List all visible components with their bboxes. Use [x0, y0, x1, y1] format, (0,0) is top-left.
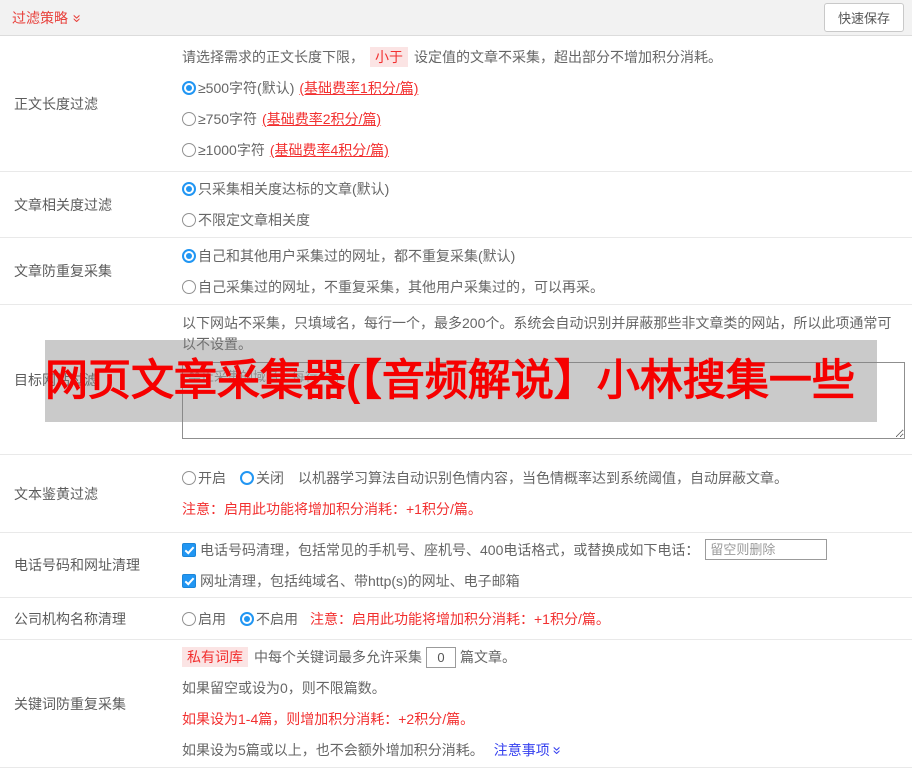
row-label: 文章相关度过滤	[14, 196, 112, 213]
radio-porn-on[interactable]	[182, 471, 196, 485]
option-fee-note: (基础费率2积分/篇)	[262, 111, 382, 127]
length-option-750: ≥750字符 (基础费率2积分/篇)	[182, 104, 904, 135]
row-body-length-filter: 正文长度过滤 请选择需求的正文长度下限， 小于 设定值的文章不采集，超出部分不增…	[0, 36, 912, 172]
option-label: 自己采集过的网址，不重复采集，其他用户采集过的，可以再采。	[198, 278, 604, 295]
radio-relevance-any[interactable]	[182, 213, 196, 227]
limit-text: 中每个关键词最多允许采集	[254, 649, 422, 665]
replacement-phone-input[interactable]	[705, 539, 828, 560]
option-fee-note: (基础费率4积分/篇)	[269, 142, 389, 158]
relevance-option-any: 不限定文章相关度	[182, 205, 904, 236]
less-than-badge: 小于	[370, 47, 408, 67]
double-chevron-down-icon: «	[547, 746, 565, 755]
keyword-note-zero: 如果留空或设为0，则不限篇数。	[182, 680, 386, 696]
section-title: 过滤策略	[12, 9, 68, 26]
topbar: 过滤策略 « 快速保存	[0, 0, 912, 36]
row-label: 文章防重复采集	[14, 263, 112, 279]
checkbox-label: 网址清理，包括纯域名、带http(s)的网址、电子邮箱	[200, 572, 520, 589]
option-label: 开启	[198, 470, 226, 486]
row-label: 公司机构名称清理	[14, 610, 126, 627]
row-label: 文本鉴黄过滤	[14, 485, 98, 502]
intro-suffix: 设定值的文章不采集，超出部分不增加积分消耗。	[414, 49, 722, 65]
option-label: ≥750字符	[198, 111, 258, 127]
notes-link[interactable]: 注意事项 «	[493, 740, 565, 760]
row-porn-filter: 文本鉴黄过滤 开启 关闭 以机器学习算法自动识别色情内容，当色情概率达到系统阈值…	[0, 455, 912, 533]
option-label: 不启用	[256, 610, 298, 627]
porn-filter-description: 以机器学习算法自动识别色情内容，当色情概率达到系统阈值，自动屏蔽文章。	[298, 470, 788, 486]
keyword-limit-line: 私有词库 中每个关键词最多允许采集 篇文章。	[182, 642, 904, 673]
blocked-domains-textarea[interactable]	[182, 362, 905, 439]
row-keyword-dedupe: 关键词防重复采集 私有词库 中每个关键词最多允许采集 篇文章。 如果留空或设为0…	[0, 640, 912, 768]
section-header-filter-strategy[interactable]: 过滤策略 «	[12, 8, 85, 28]
limit-text-end: 篇文章。	[460, 649, 516, 665]
dedupe-option-global: 自己和其他用户采集过的网址，都不重复采集(默认)	[182, 240, 904, 271]
length-option-500: ≥500字符(默认) (基础费率1积分/篇)	[182, 73, 904, 104]
option-label: 不限定文章相关度	[198, 212, 310, 228]
radio-dedupe-self[interactable]	[182, 279, 196, 294]
notes-link-label: 注意事项	[493, 742, 550, 758]
company-clean-note: 注意：启用此功能将增加积分消耗：+1积分/篇。	[310, 610, 610, 627]
row-company-name-cleanup: 公司机构名称清理 启用 不启用 注意：启用此功能将增加积分消耗：+1积分/篇。	[0, 598, 912, 640]
intro-prefix: 请选择需求的正文长度下限，	[182, 49, 364, 65]
row-label: 关键词防重复采集	[14, 695, 126, 712]
option-label: 只采集相关度达标的文章(默认)	[198, 181, 390, 197]
radio-750-chars[interactable]	[182, 112, 196, 126]
option-label: 关闭	[256, 470, 284, 486]
quick-save-button[interactable]: 快速保存	[823, 3, 904, 32]
option-label: 启用	[198, 610, 226, 627]
phone-clean-line: 电话号码清理，包括常见的手机号、座机号、400电话格式，或替换成如下电话：	[182, 534, 904, 565]
option-label: ≥500字符(默认)	[198, 80, 295, 96]
radio-500-chars[interactable]	[182, 81, 196, 95]
checkbox-phone-clean[interactable]	[182, 542, 196, 557]
row-relevance-filter: 文章相关度过滤 只采集相关度达标的文章(默认) 不限定文章相关度	[0, 172, 912, 238]
radio-company-enable[interactable]	[182, 611, 196, 626]
row-label: 正文长度过滤	[14, 95, 98, 112]
radio-porn-off[interactable]	[240, 471, 254, 485]
row-phone-url-cleanup: 电话号码和网址清理 电话号码清理，包括常见的手机号、座机号、400电话格式，或替…	[0, 533, 912, 598]
option-label: 自己和其他用户采集过的网址，都不重复采集(默认)	[198, 247, 516, 264]
url-clean-line: 网址清理，包括纯域名、带http(s)的网址、电子邮箱	[182, 565, 904, 596]
row-label: 目标网站过滤	[14, 371, 98, 388]
radio-company-disable[interactable]	[240, 611, 254, 626]
checkbox-url-clean[interactable]	[182, 573, 196, 588]
relevance-option-strict: 只采集相关度达标的文章(默认)	[182, 174, 904, 205]
option-fee-note: (基础费率1积分/篇)	[299, 80, 419, 96]
note-text: 如果设为5篇或以上，也不会额外增加积分消耗。	[182, 742, 484, 758]
radio-1000-chars[interactable]	[182, 143, 196, 157]
dedupe-option-self: 自己采集过的网址，不重复采集，其他用户采集过的，可以再采。	[182, 271, 904, 302]
private-thesaurus-badge: 私有词库	[182, 647, 248, 667]
keyword-note-5plus: 如果设为5篇或以上，也不会额外增加积分消耗。 注意事项 «	[182, 735, 904, 766]
target-site-description: 以下网站不采集，只填域名，每行一个，最多200个。系统会自动识别并屏蔽那些非文章…	[182, 315, 892, 352]
keyword-count-input[interactable]	[426, 646, 456, 668]
radio-relevance-strict[interactable]	[182, 182, 196, 196]
row-target-site-filter: 目标网站过滤 以下网站不采集，只填域名，每行一个，最多200个。系统会自动识别并…	[0, 305, 912, 455]
length-option-1000: ≥1000字符 (基础费率4积分/篇)	[182, 135, 904, 166]
checkbox-label: 电话号码清理，包括常见的手机号、座机号、400电话格式，或替换成如下电话：	[200, 541, 700, 558]
double-chevron-down-icon: «	[67, 13, 85, 23]
company-clean-options: 启用 不启用 注意：启用此功能将增加积分消耗：+1积分/篇。	[182, 603, 904, 634]
row-label: 电话号码和网址清理	[14, 557, 140, 573]
radio-dedupe-global[interactable]	[182, 248, 196, 263]
porn-filter-options: 开启 关闭 以机器学习算法自动识别色情内容，当色情概率达到系统阈值，自动屏蔽文章…	[182, 463, 904, 494]
row-dedupe-collection: 文章防重复采集 自己和其他用户采集过的网址，都不重复采集(默认) 自己采集过的网…	[0, 238, 912, 305]
porn-filter-note: 注意：启用此功能将增加积分消耗：+1积分/篇。	[182, 501, 482, 517]
keyword-note-1-4: 如果设为1-4篇，则增加积分消耗：+2积分/篇。	[182, 711, 475, 727]
body-length-intro: 请选择需求的正文长度下限， 小于 设定值的文章不采集，超出部分不增加积分消耗。	[182, 42, 904, 73]
option-label: ≥1000字符	[198, 142, 265, 158]
